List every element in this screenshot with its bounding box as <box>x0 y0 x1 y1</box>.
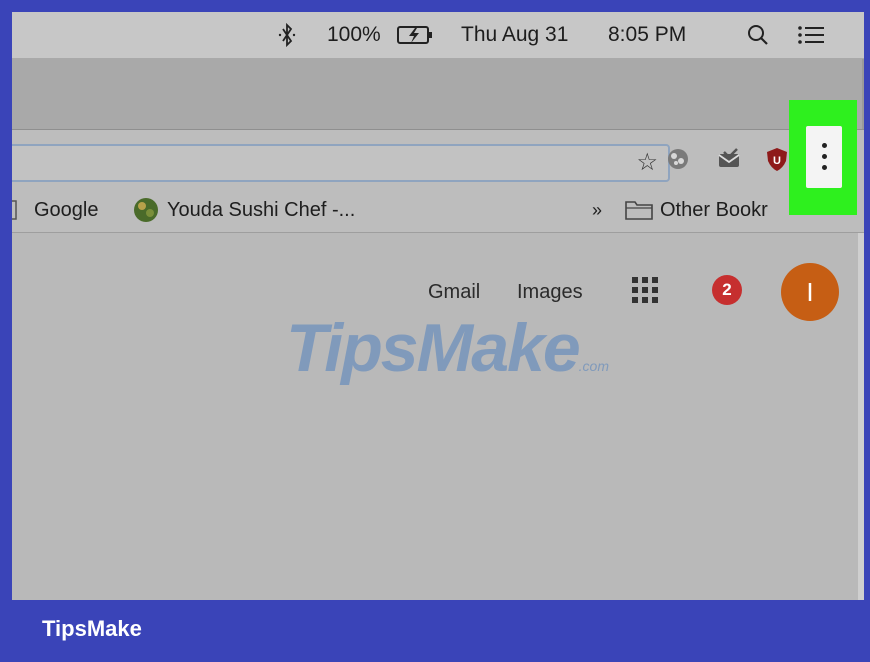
menubar-time[interactable]: 8:05 PM <box>608 12 686 58</box>
watermark-suffix: .com <box>578 358 609 374</box>
watermark-logo: TipsMake.com <box>286 309 609 387</box>
bluetooth-icon[interactable] <box>277 12 297 58</box>
browser-tab-strip <box>12 59 864 130</box>
star-icon[interactable]: ☆ <box>636 148 658 178</box>
footer-brand: TipsMake <box>42 616 142 641</box>
window-edge <box>862 59 864 129</box>
ublock-icon[interactable]: U <box>764 146 790 172</box>
bookmark-google[interactable]: Google <box>34 188 99 232</box>
svg-text:U: U <box>773 155 781 167</box>
account-avatar[interactable]: I <box>781 263 839 321</box>
mail-extension-icon[interactable] <box>716 146 742 172</box>
images-link[interactable]: Images <box>517 281 583 304</box>
folder-icon <box>624 188 654 232</box>
google-homepage: Gmail Images 2 I TipsMake.com <box>12 233 864 600</box>
sushi-favicon-icon <box>132 188 160 232</box>
battery-percent: 100% <box>327 23 381 46</box>
bookmark-other-bookmarks[interactable]: Other Bookr <box>660 188 768 232</box>
menu-highlight-box <box>789 100 857 215</box>
extension-icon[interactable] <box>665 146 691 172</box>
gmail-link[interactable]: Gmail <box>428 281 480 304</box>
bookmarks-overflow-chevron[interactable]: » <box>592 188 602 232</box>
bookmark-youda-sushi-chef[interactable]: Youda Sushi Chef -... <box>167 188 355 232</box>
watermark-text: TipsMake <box>286 310 581 386</box>
bookmarks-bar: Google Youda Sushi Chef -... » Other Boo… <box>12 188 864 233</box>
mac-menu-bar: 100% Thu Aug 31 8:05 PM <box>12 12 864 59</box>
spotlight-search-icon[interactable] <box>746 12 770 58</box>
apps-grid-icon[interactable] <box>632 277 662 307</box>
scrollbar-track[interactable] <box>858 233 864 600</box>
screenshot-frame: 100% Thu Aug 31 8:05 PM ☆ U Google Youda… <box>12 12 864 600</box>
google-bookmark-icon <box>12 188 18 232</box>
menubar-date[interactable]: Thu Aug 31 <box>461 12 568 58</box>
battery-icon[interactable] <box>396 12 434 58</box>
more-menu-icon[interactable] <box>806 126 842 188</box>
browser-toolbar: ☆ U <box>12 130 864 188</box>
notifications-badge[interactable]: 2 <box>712 275 742 305</box>
notification-center-icon[interactable] <box>796 12 826 58</box>
address-bar[interactable]: ☆ <box>12 144 670 182</box>
